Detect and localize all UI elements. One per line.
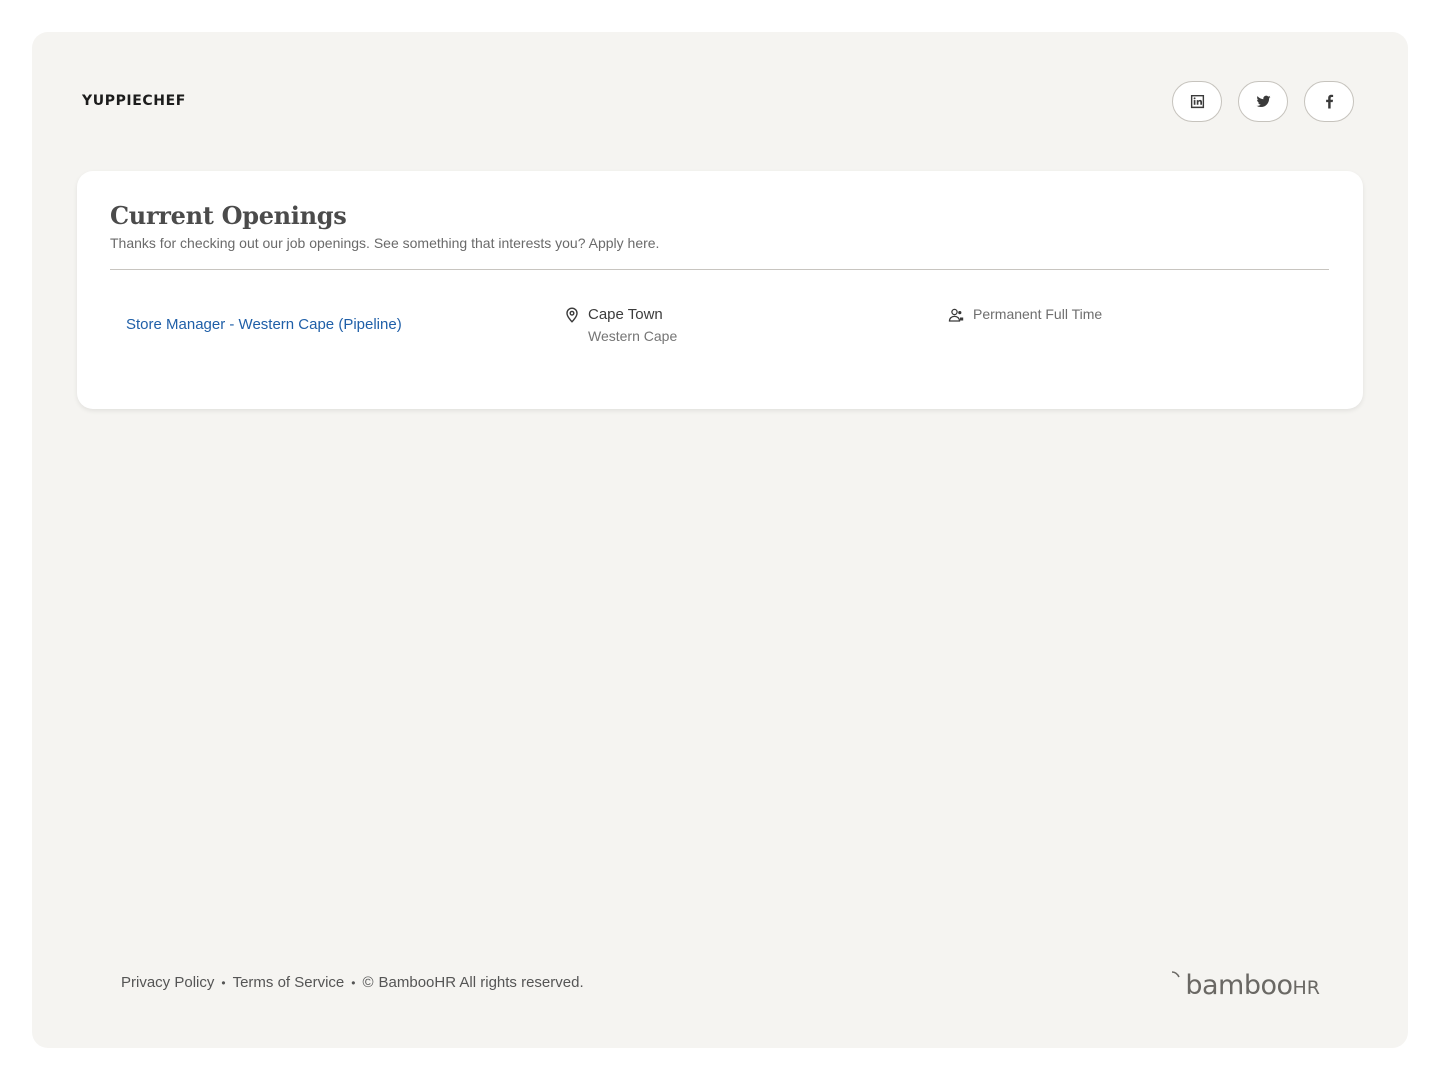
linkedin-icon	[1190, 94, 1204, 109]
privacy-policy-link[interactable]: Privacy Policy	[121, 974, 214, 991]
twitter-button[interactable]	[1238, 81, 1288, 122]
job-region: Western Cape	[588, 328, 678, 344]
terms-of-service-link[interactable]: Terms of Service	[233, 974, 345, 991]
job-type-label: Permanent Full Time	[973, 306, 1103, 322]
separator-dot: •	[221, 975, 226, 990]
page-title: Current Openings	[110, 201, 347, 230]
separator-dot: •	[351, 975, 356, 990]
footer-links: Privacy Policy • Terms of Service • © Ba…	[121, 974, 584, 991]
page-subtitle: Thanks for checking out our job openings…	[110, 235, 660, 251]
bamboohr-logo[interactable]: bamboo HR	[1171, 970, 1320, 1000]
twitter-icon	[1255, 95, 1271, 108]
social-links	[1172, 81, 1354, 122]
job-city: Cape Town	[588, 306, 663, 323]
bamboohr-logo-word: bamboo	[1185, 970, 1293, 1001]
openings-card: Current Openings Thanks for checking out…	[77, 171, 1363, 409]
copyright: © BambooHR All rights reserved.	[362, 974, 583, 991]
company-logo[interactable]: YUPPIECHEF	[82, 93, 186, 109]
facebook-icon	[1325, 94, 1333, 109]
location-pin-icon	[566, 307, 578, 323]
linkedin-button[interactable]	[1172, 81, 1222, 122]
job-location: Cape Town Western Cape	[564, 305, 677, 346]
user-tie-icon	[948, 308, 964, 322]
facebook-button[interactable]	[1304, 81, 1354, 122]
job-row: Store Manager - Western Cape (Pipeline) …	[110, 289, 1329, 349]
page-frame: YUPPIECHEF Current Openings Thanks for c…	[32, 32, 1408, 1048]
leaf-icon	[1172, 971, 1181, 978]
divider	[110, 269, 1329, 270]
job-title-link[interactable]: Store Manager - Western Cape (Pipeline)	[126, 316, 402, 333]
copyright-icon: ©	[362, 974, 374, 991]
bamboohr-logo-suffix: HR	[1292, 977, 1321, 999]
copyright-text: BambooHR All rights reserved.	[378, 974, 584, 991]
job-type: Permanent Full Time	[948, 305, 1102, 324]
